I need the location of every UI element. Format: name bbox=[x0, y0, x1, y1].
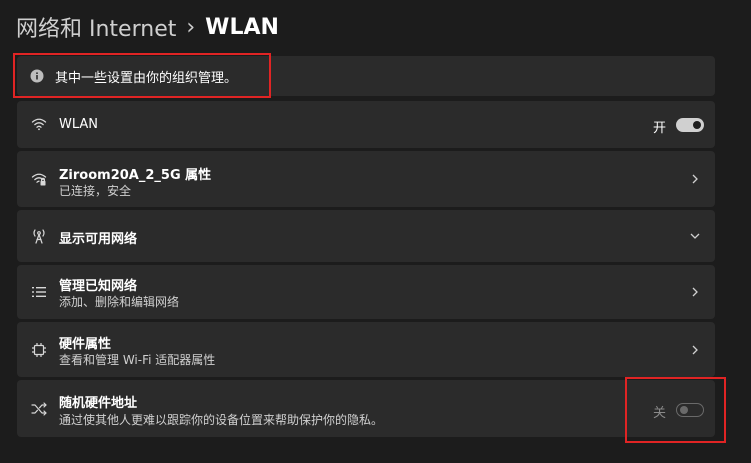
antenna-icon bbox=[31, 228, 47, 244]
hardware-properties-row[interactable]: 硬件属性 查看和管理 Wi-Fi 适配器属性 bbox=[17, 322, 715, 377]
manage-known-networks-subtitle: 添加、删除和编辑网络 bbox=[59, 295, 180, 309]
random-hardware-address-row: 随机硬件地址 通过使其他人更难以跟踪你的设备位置来帮助保护你的隐私。 关 bbox=[17, 380, 715, 437]
random-hardware-address-subtitle: 通过使其他人更难以跟踪你的设备位置来帮助保护你的隐私。 bbox=[59, 413, 384, 427]
show-available-networks-title: 显示可用网络 bbox=[59, 232, 138, 247]
breadcrumb-parent[interactable]: 网络和 Internet bbox=[16, 11, 176, 43]
hardware-properties-subtitle: 查看和管理 Wi-Fi 适配器属性 bbox=[59, 353, 216, 367]
page-title: WLAN bbox=[205, 14, 279, 40]
manage-known-networks-row[interactable]: 管理已知网络 添加、删除和编辑网络 bbox=[17, 265, 715, 319]
chevron-right-icon bbox=[689, 344, 701, 356]
network-properties-subtitle: 已连接，安全 bbox=[59, 184, 132, 198]
random-address-toggle-label: 关 bbox=[653, 406, 667, 421]
shuffle-icon bbox=[31, 401, 47, 417]
wlan-row: WLAN 开 bbox=[17, 101, 715, 148]
chip-icon bbox=[31, 342, 47, 358]
network-properties-row[interactable]: Ziroom20A_2_5G 属性 已连接，安全 bbox=[17, 151, 715, 207]
notice-text: 其中一些设置由你的组织管理。 bbox=[55, 71, 238, 86]
wlan-toggle-label: 开 bbox=[653, 121, 667, 136]
random-address-toggle[interactable] bbox=[676, 403, 704, 417]
toggle-knob bbox=[680, 406, 688, 414]
network-properties-title: Ziroom20A_2_5G 属性 bbox=[59, 168, 212, 183]
wlan-toggle[interactable] bbox=[676, 118, 704, 132]
random-hardware-address-title: 随机硬件地址 bbox=[59, 396, 138, 411]
org-managed-notice: 其中一些设置由你的组织管理。 bbox=[17, 56, 715, 96]
show-available-networks-row[interactable]: 显示可用网络 bbox=[17, 210, 715, 262]
chevron-right-icon bbox=[689, 286, 701, 298]
hardware-properties-title: 硬件属性 bbox=[59, 337, 112, 352]
toggle-knob bbox=[693, 121, 701, 129]
chevron-down-icon bbox=[689, 230, 701, 242]
wifi-icon bbox=[31, 116, 47, 132]
wlan-title: WLAN bbox=[59, 117, 99, 132]
wifi-lock-icon bbox=[31, 171, 47, 187]
info-icon bbox=[29, 68, 45, 84]
list-icon bbox=[31, 284, 47, 300]
breadcrumb: 网络和 Internet › WLAN bbox=[16, 10, 279, 44]
manage-known-networks-title: 管理已知网络 bbox=[59, 279, 138, 294]
breadcrumb-separator: › bbox=[186, 14, 196, 40]
chevron-right-icon bbox=[689, 173, 701, 185]
